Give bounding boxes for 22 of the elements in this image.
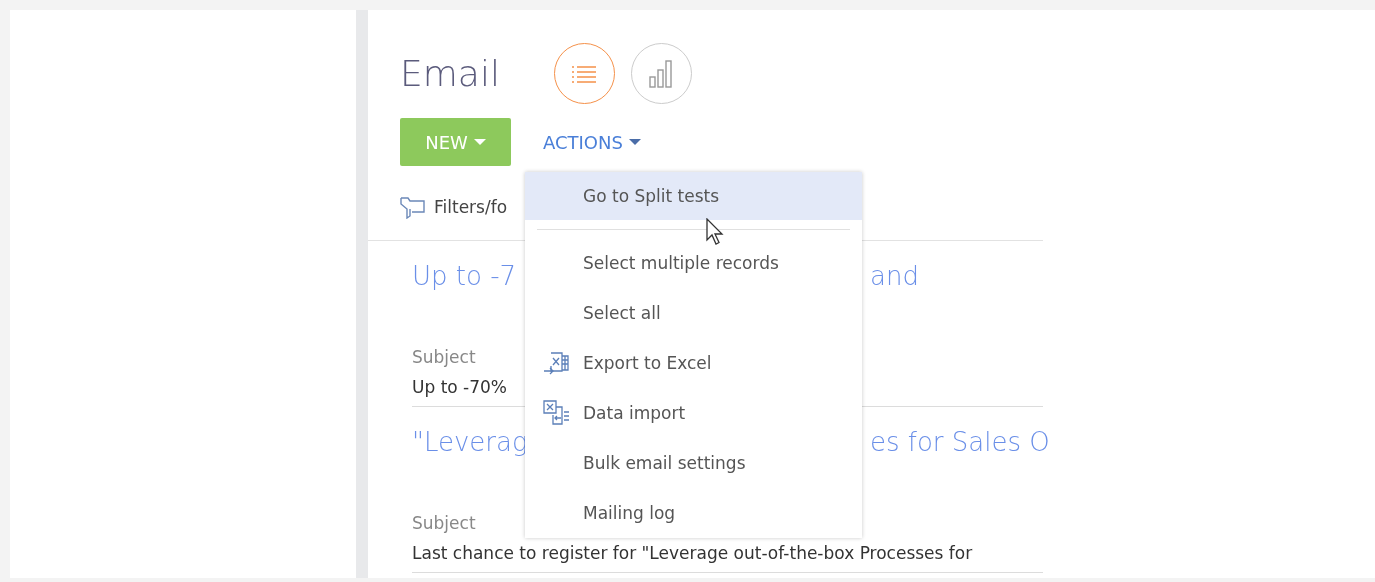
field-value: Up to -70% (412, 377, 508, 399)
filters-link[interactable]: Filters/fo (434, 197, 508, 217)
data-import-icon (543, 400, 571, 426)
field-label: Subject (412, 346, 476, 369)
menu-item[interactable]: Go to Split tests (525, 172, 862, 220)
caret-icon (473, 139, 486, 145)
actions-button[interactable]: ACTIONS (543, 131, 641, 153)
field-value: Last chance to register for "Leverage out-of-the-box Processes for (412, 543, 973, 565)
menu-item[interactable]: Mailing log (525, 488, 862, 538)
mouse-cursor-icon (705, 218, 725, 246)
menu-item[interactable]: Export to Excel (525, 338, 862, 388)
menu-item[interactable]: Data import (525, 388, 862, 438)
menu-item[interactable]: Select all (525, 288, 862, 338)
menu-item[interactable]: Bulk email settings (525, 438, 862, 488)
filter-folder-icon (400, 195, 426, 219)
bar-chart-icon (649, 59, 674, 88)
page-title: Email (400, 53, 500, 94)
list-icon (571, 64, 598, 83)
menu-item[interactable]: Select multiple records (525, 238, 862, 288)
excel-export-icon (543, 350, 571, 376)
field-label: Subject (412, 512, 476, 535)
caret-icon (628, 139, 641, 145)
